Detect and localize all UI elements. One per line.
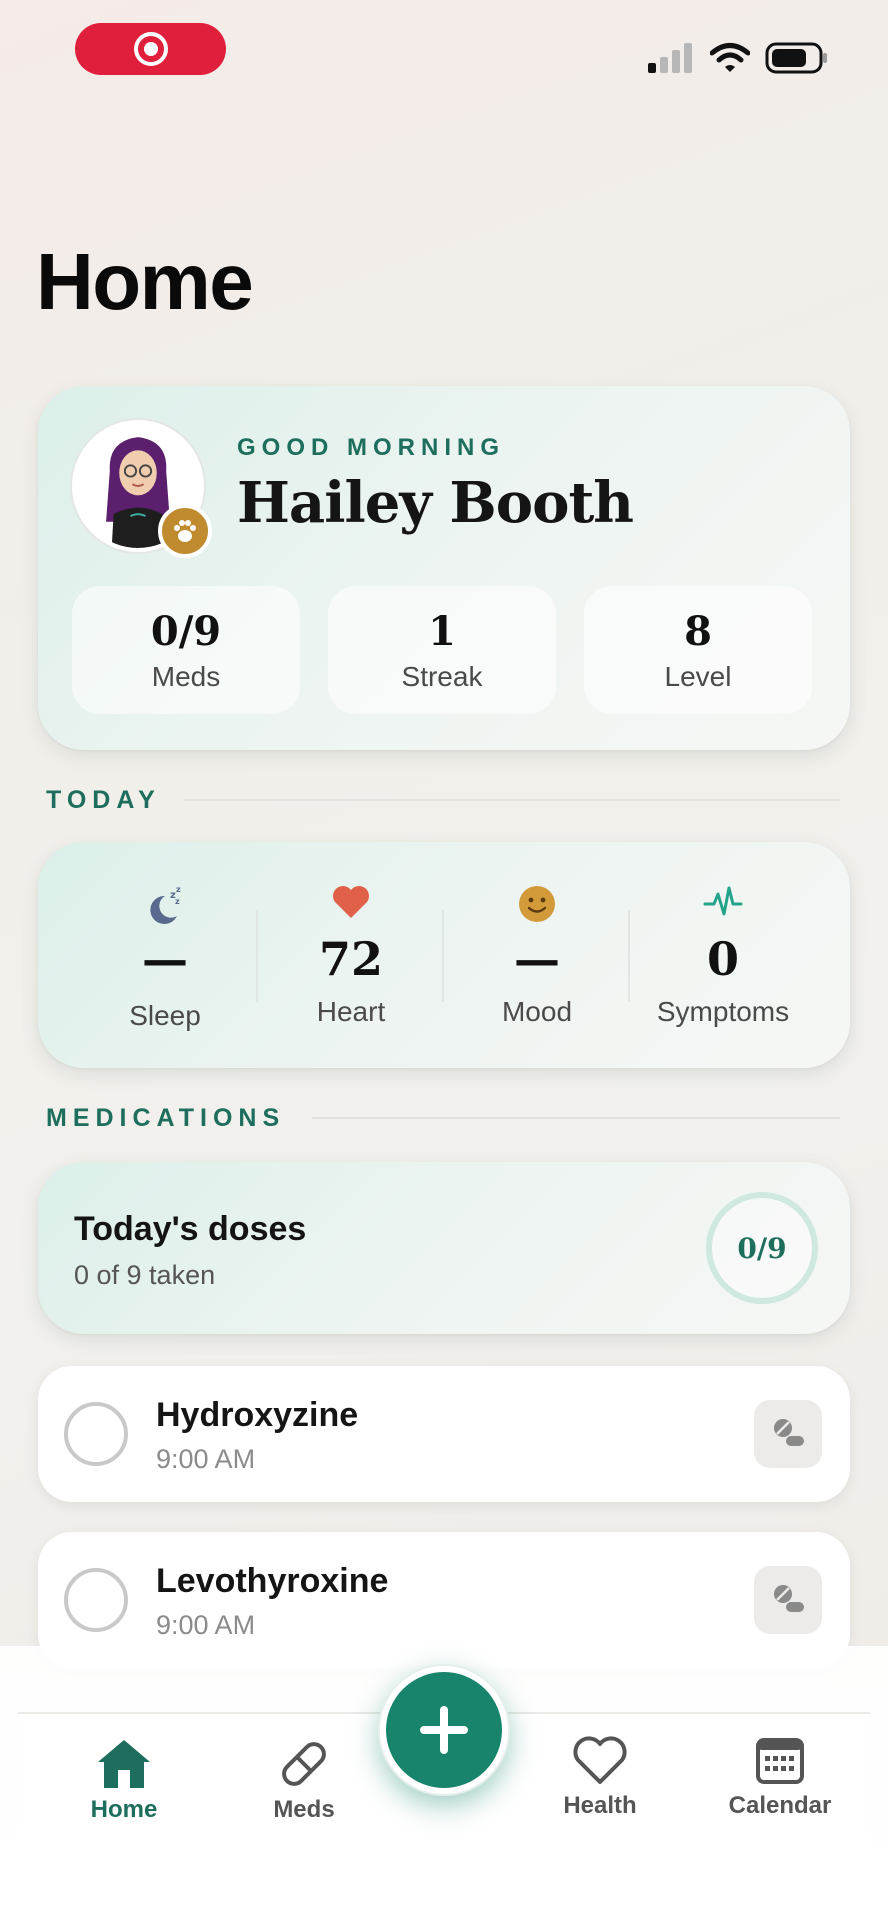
calendar-icon xyxy=(756,1738,804,1784)
metric-symptoms[interactable]: 0 Symptoms xyxy=(630,842,816,1068)
metric-sleep[interactable]: z z z — Sleep xyxy=(72,842,258,1068)
dose-checkbox[interactable] xyxy=(64,1568,128,1632)
svg-text:z: z xyxy=(175,897,180,906)
doses-subtitle: 0 of 9 taken xyxy=(74,1260,216,1290)
tab-label: Meds xyxy=(273,1796,335,1823)
add-button[interactable] xyxy=(380,1666,508,1794)
tab-label: Home xyxy=(90,1796,158,1823)
page-title: Home xyxy=(36,237,254,326)
profile-card[interactable]: GOOD MORNING Hailey Booth 0/9 Meds 1 Str… xyxy=(38,386,850,750)
metric-label: Heart xyxy=(316,996,386,1027)
doses-title: Today's doses xyxy=(74,1210,307,1248)
paw-badge xyxy=(158,504,212,558)
metric-label: Symptoms xyxy=(656,996,790,1027)
stat-streak[interactable]: 1 Streak xyxy=(328,586,556,714)
metric-value: 72 xyxy=(318,932,383,986)
medication-time: 9:00 AM xyxy=(156,1444,256,1474)
tab-health[interactable]: Health xyxy=(530,1736,670,1820)
pulse-icon xyxy=(703,886,743,916)
cellular-signal-icon xyxy=(648,43,692,73)
wifi-icon xyxy=(710,43,750,72)
pill-capsule-icon xyxy=(282,1742,326,1786)
battery-icon xyxy=(765,42,827,74)
medication-name: Hydroxyzine xyxy=(156,1396,359,1434)
user-name: Hailey Booth xyxy=(237,470,634,536)
metric-value: — xyxy=(514,932,560,986)
screen-recording-indicator[interactable] xyxy=(75,23,226,75)
today-metrics-card: z z z — Sleep 72 Heart — Mood 0 Symptoms xyxy=(38,842,850,1068)
tab-calendar[interactable]: Calendar xyxy=(710,1736,850,1820)
stat-value: 0/9 xyxy=(150,608,222,655)
status-bar xyxy=(0,0,888,110)
stat-value: 8 xyxy=(684,608,712,655)
greeting-text: GOOD MORNING xyxy=(237,434,505,461)
stat-meds[interactable]: 0/9 Meds xyxy=(72,586,300,714)
metric-heart[interactable]: 72 Heart xyxy=(258,842,444,1068)
section-divider xyxy=(312,1117,840,1119)
stat-label: Streak xyxy=(401,661,483,692)
dose-checkbox[interactable] xyxy=(64,1402,128,1466)
home-icon xyxy=(98,1740,150,1788)
section-divider xyxy=(184,799,840,801)
section-header-medications: MEDICATIONS xyxy=(46,1104,286,1132)
pill-icon xyxy=(774,1419,804,1446)
section-header-today: TODAY xyxy=(46,786,161,814)
sleep-moon-icon: z z z xyxy=(150,885,181,924)
medication-name: Levothyroxine xyxy=(156,1562,389,1600)
stat-level[interactable]: 8 Level xyxy=(584,586,812,714)
tab-home[interactable]: Home xyxy=(54,1736,194,1824)
metric-value: — xyxy=(142,932,188,986)
tab-label: Calendar xyxy=(728,1792,832,1819)
paw-icon xyxy=(174,520,196,542)
record-target-icon xyxy=(133,32,168,66)
metric-label: Sleep xyxy=(129,1000,201,1031)
medication-time: 9:00 AM xyxy=(156,1610,256,1640)
doses-progress-ring: 0/9 xyxy=(706,1192,818,1304)
stat-label: Level xyxy=(664,661,732,692)
pill-icon xyxy=(774,1585,804,1612)
metric-mood[interactable]: — Mood xyxy=(444,842,630,1068)
todays-doses-card[interactable]: Today's doses 0 of 9 taken 0/9 xyxy=(38,1162,850,1334)
metric-value: 0 xyxy=(706,932,739,986)
tab-label: Health xyxy=(563,1792,637,1819)
medication-row[interactable]: Hydroxyzine 9:00 AM xyxy=(38,1366,850,1502)
heart-outline-icon xyxy=(573,1736,627,1784)
smiley-icon xyxy=(519,886,555,922)
stat-value: 1 xyxy=(428,608,456,655)
heart-icon xyxy=(333,886,369,918)
plus-icon xyxy=(420,1706,468,1754)
medication-pill-button[interactable] xyxy=(754,1566,822,1634)
metric-label: Mood xyxy=(501,996,573,1027)
stat-label: Meds xyxy=(151,661,221,692)
medication-pill-button[interactable] xyxy=(754,1400,822,1468)
svg-text:z: z xyxy=(176,885,181,894)
tab-meds[interactable]: Meds xyxy=(234,1736,374,1824)
